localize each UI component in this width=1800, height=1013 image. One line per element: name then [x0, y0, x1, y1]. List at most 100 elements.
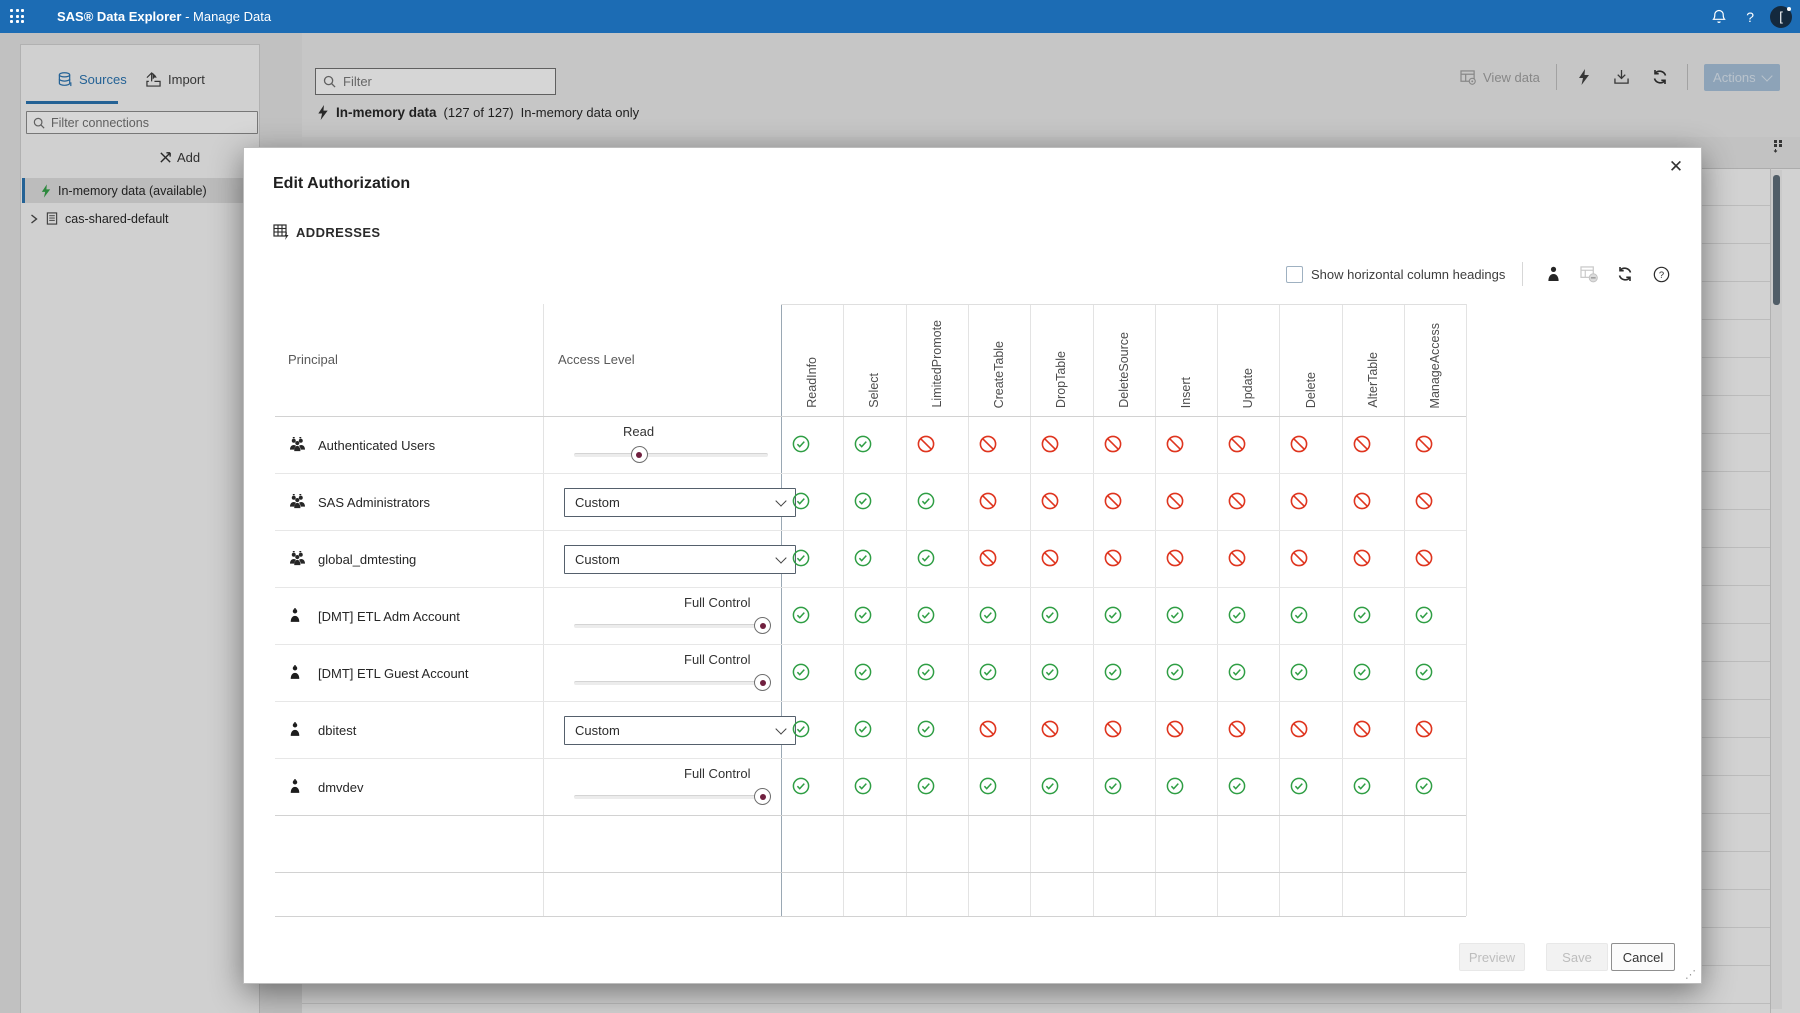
permission-allow-icon[interactable]	[853, 548, 873, 568]
permission-allow-icon[interactable]	[916, 719, 936, 739]
permission-allow-icon[interactable]	[853, 491, 873, 511]
permission-allow-icon[interactable]	[1414, 605, 1434, 625]
permission-allow-icon[interactable]	[853, 434, 873, 454]
permission-allow-icon[interactable]	[1165, 776, 1185, 796]
permission-allow-icon[interactable]	[1040, 605, 1060, 625]
permission-deny-icon[interactable]	[1352, 548, 1372, 568]
permission-allow-icon[interactable]	[853, 719, 873, 739]
permission-allow-icon[interactable]	[853, 662, 873, 682]
permission-allow-icon[interactable]	[916, 776, 936, 796]
permission-allow-icon[interactable]	[1414, 662, 1434, 682]
permission-deny-icon[interactable]	[1414, 548, 1434, 568]
permission-allow-icon[interactable]	[1289, 605, 1309, 625]
permission-deny-icon[interactable]	[1165, 491, 1185, 511]
permission-deny-icon[interactable]	[1040, 548, 1060, 568]
permission-allow-icon[interactable]	[978, 662, 998, 682]
permission-deny-icon[interactable]	[1414, 434, 1434, 454]
permission-allow-icon[interactable]	[1414, 776, 1434, 796]
permission-allow-icon[interactable]	[1227, 776, 1247, 796]
permission-allow-icon[interactable]	[1165, 605, 1185, 625]
access-level-slider-thumb[interactable]	[754, 617, 772, 634]
access-level-slider-track[interactable]	[574, 681, 768, 685]
permission-allow-icon[interactable]	[791, 548, 811, 568]
permission-allow-icon[interactable]	[1165, 662, 1185, 682]
permission-allow-icon[interactable]	[791, 776, 811, 796]
cancel-button[interactable]: Cancel	[1611, 943, 1675, 971]
permission-allow-icon[interactable]	[1103, 662, 1123, 682]
permission-deny-icon[interactable]	[978, 719, 998, 739]
permission-deny-icon[interactable]	[978, 548, 998, 568]
help-icon[interactable]: ?	[1746, 9, 1754, 25]
permission-allow-icon[interactable]	[978, 776, 998, 796]
permission-allow-icon[interactable]	[1289, 776, 1309, 796]
permission-allow-icon[interactable]	[1227, 605, 1247, 625]
permission-deny-icon[interactable]	[1165, 548, 1185, 568]
permission-deny-icon[interactable]	[916, 434, 936, 454]
permission-allow-icon[interactable]	[916, 548, 936, 568]
permission-deny-icon[interactable]	[1289, 548, 1309, 568]
access-level-slider-thumb[interactable]	[754, 788, 772, 805]
access-level-select[interactable]: Custom	[564, 488, 796, 517]
access-level-slider-thumb[interactable]	[630, 446, 648, 463]
permission-allow-icon[interactable]	[916, 662, 936, 682]
permission-deny-icon[interactable]	[1103, 548, 1123, 568]
permission-deny-icon[interactable]	[1165, 719, 1185, 739]
chevron-down-icon	[775, 552, 787, 564]
permission-allow-icon[interactable]	[916, 605, 936, 625]
principal-name: SAS Administrators	[318, 495, 430, 510]
save-button[interactable]: Save	[1546, 943, 1608, 971]
permission-allow-icon[interactable]	[1352, 662, 1372, 682]
permission-deny-icon[interactable]	[1414, 491, 1434, 511]
permission-deny-icon[interactable]	[1103, 719, 1123, 739]
permission-deny-icon[interactable]	[1103, 434, 1123, 454]
permission-allow-icon[interactable]	[1352, 776, 1372, 796]
permission-deny-icon[interactable]	[1227, 548, 1247, 568]
permission-deny-icon[interactable]	[1103, 491, 1123, 511]
permission-deny-icon[interactable]	[978, 434, 998, 454]
permission-deny-icon[interactable]	[1040, 434, 1060, 454]
permission-allow-icon[interactable]	[791, 662, 811, 682]
permission-deny-icon[interactable]	[1352, 491, 1372, 511]
permission-deny-icon[interactable]	[1165, 434, 1185, 454]
permission-deny-icon[interactable]	[1040, 719, 1060, 739]
permission-deny-icon[interactable]	[1227, 491, 1247, 511]
permission-deny-icon[interactable]	[1040, 491, 1060, 511]
permission-deny-icon[interactable]	[1289, 719, 1309, 739]
preview-button[interactable]: Preview	[1459, 943, 1525, 971]
permission-deny-icon[interactable]	[1352, 434, 1372, 454]
permission-allow-icon[interactable]	[853, 776, 873, 796]
permission-allow-icon[interactable]	[1227, 662, 1247, 682]
permission-allow-icon[interactable]	[916, 491, 936, 511]
permission-allow-icon[interactable]	[1040, 776, 1060, 796]
permission-allow-icon[interactable]	[791, 605, 811, 625]
access-level-slider-track[interactable]	[574, 795, 768, 799]
app-switcher-icon[interactable]	[10, 9, 25, 24]
permission-allow-icon[interactable]	[791, 491, 811, 511]
permission-allow-icon[interactable]	[791, 434, 811, 454]
user-avatar[interactable]: [	[1770, 5, 1792, 28]
access-level-slider-track[interactable]	[574, 624, 768, 628]
access-level-select[interactable]: Custom	[564, 545, 796, 574]
access-level-slider-track[interactable]	[574, 453, 768, 457]
notifications-bell-icon[interactable]	[1708, 6, 1730, 28]
permission-deny-icon[interactable]	[1289, 491, 1309, 511]
permission-deny-icon[interactable]	[1227, 719, 1247, 739]
permission-allow-icon[interactable]	[1103, 776, 1123, 796]
permission-allow-icon[interactable]	[978, 605, 998, 625]
permission-deny-icon[interactable]	[1414, 719, 1434, 739]
permission-deny-icon[interactable]	[1352, 719, 1372, 739]
permission-column-label: DropTable	[1054, 351, 1069, 408]
permission-allow-icon[interactable]	[791, 719, 811, 739]
app-title: SAS® Data Explorer - Manage Data	[57, 9, 271, 24]
resize-handle[interactable]: ⋰	[1685, 968, 1697, 981]
permission-allow-icon[interactable]	[1040, 662, 1060, 682]
permission-deny-icon[interactable]	[1289, 434, 1309, 454]
permission-allow-icon[interactable]	[1352, 605, 1372, 625]
permission-allow-icon[interactable]	[1103, 605, 1123, 625]
access-level-select[interactable]: Custom	[564, 716, 796, 745]
access-level-slider-thumb[interactable]	[754, 674, 772, 691]
permission-deny-icon[interactable]	[978, 491, 998, 511]
permission-deny-icon[interactable]	[1227, 434, 1247, 454]
permission-allow-icon[interactable]	[1289, 662, 1309, 682]
permission-allow-icon[interactable]	[853, 605, 873, 625]
